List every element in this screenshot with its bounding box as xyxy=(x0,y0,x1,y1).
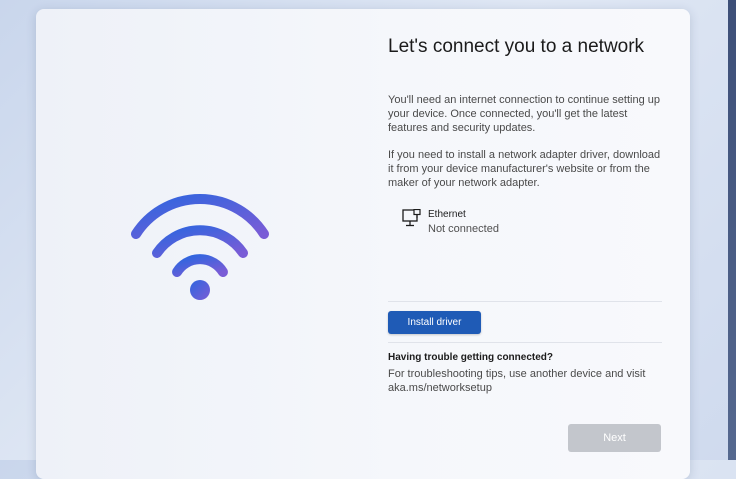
network-item-ethernet[interactable]: Ethernet Not connected xyxy=(402,207,602,241)
help-text: For troubleshooting tips, use another de… xyxy=(388,368,646,394)
desktop-backdrop xyxy=(728,0,736,460)
help-title: Having trouble getting connected? xyxy=(388,352,554,363)
description-driver: If you need to install a network adapter… xyxy=(388,149,661,189)
setup-dialog: Let's connect you to a network You'll ne… xyxy=(36,9,690,479)
wifi-icon xyxy=(131,194,269,300)
install-driver-button[interactable]: Install driver xyxy=(388,311,481,334)
divider xyxy=(388,342,662,343)
ethernet-icon xyxy=(402,209,421,227)
network-name: Ethernet xyxy=(428,209,466,220)
network-status: Not connected xyxy=(428,223,499,235)
next-button[interactable]: Next xyxy=(568,424,661,452)
divider xyxy=(388,301,662,302)
description-connection: You'll need an internet connection to co… xyxy=(388,94,661,134)
page-title: Let's connect you to a network xyxy=(388,36,645,57)
